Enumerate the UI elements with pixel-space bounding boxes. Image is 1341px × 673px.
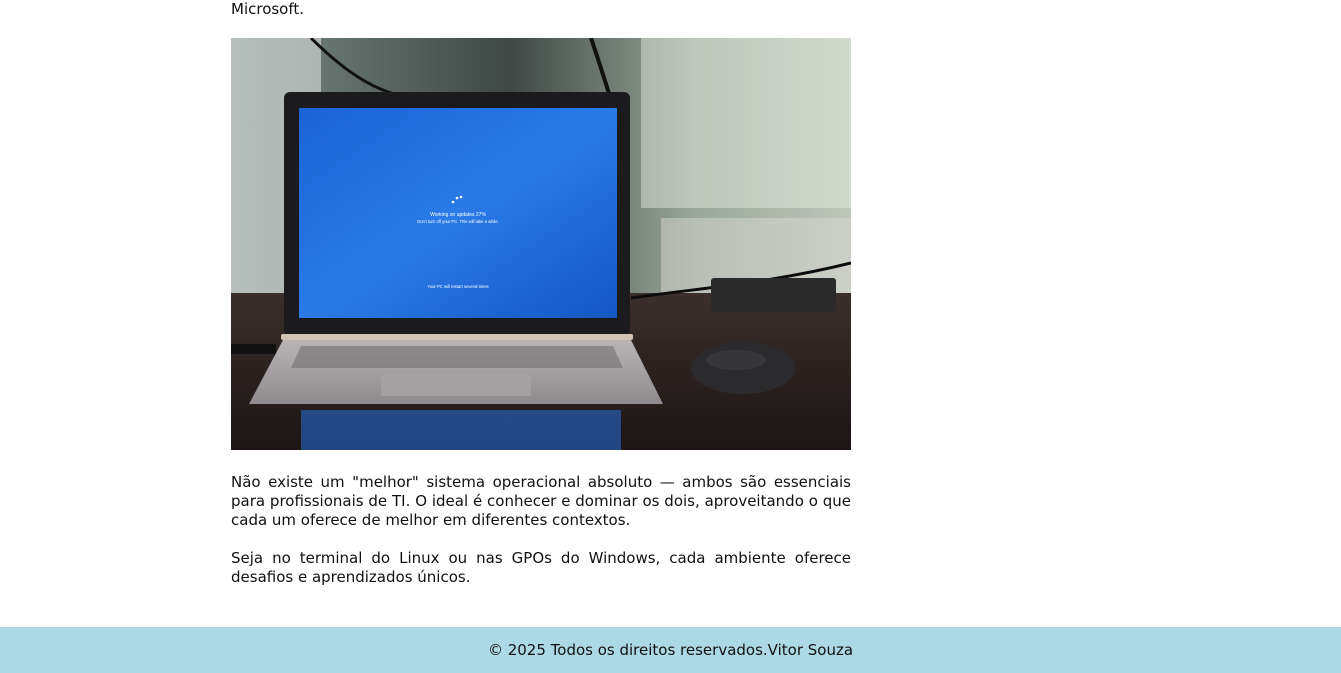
laptop-photo: Working on updates 27% Don't turn off yo… [231,38,851,450]
screen-text-updating: Working on updates 27% [430,212,486,218]
footer-author: Vitor Souza [767,641,854,659]
article-content: Microsoft. Working on updates 27% Don't … [231,0,851,587]
footer-copyright: © 2025 Todos os direitos reservados. [487,641,768,659]
paragraph-conclusion: Não existe um "melhor" sistema operacion… [231,473,851,529]
screen-text-restart: Your PC will restart several times [427,284,488,289]
screen-text-warning: Don't turn off your PC. This will take a… [417,219,499,224]
paragraph-closing: Seja no terminal do Linux ou nas GPOs do… [231,549,851,586]
page-footer: © 2025 Todos os direitos reservados. Vito… [0,627,1341,673]
text-fragment: Microsoft. [231,0,305,18]
